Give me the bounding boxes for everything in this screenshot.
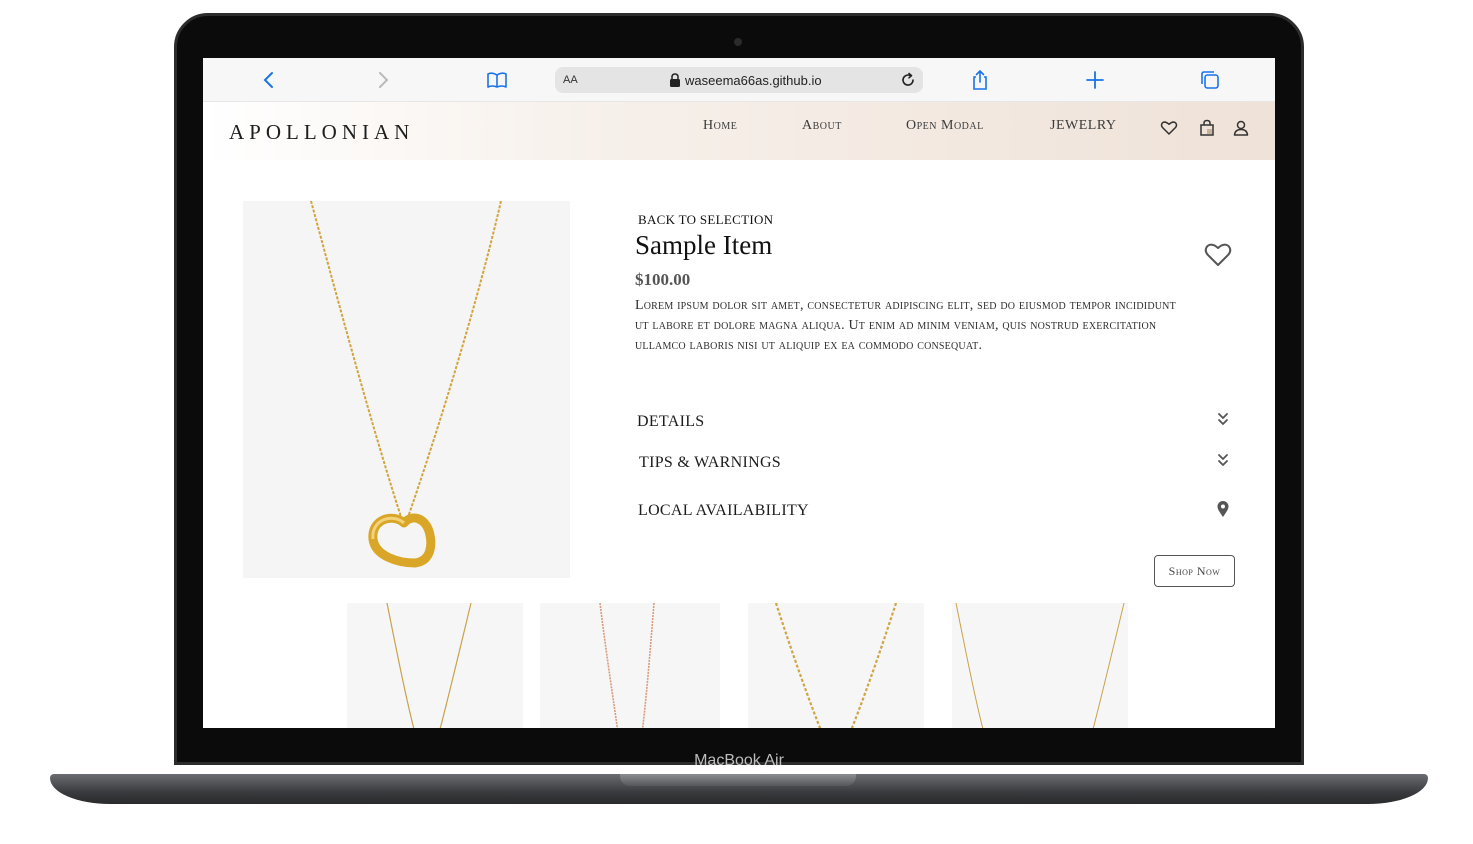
product-thumbnail[interactable]: [347, 603, 523, 728]
site-header: APOLLONIAN Home About Open Modal JEWELRY: [203, 102, 1275, 160]
product-description: Lorem ipsum dolor sit amet, consectetur …: [635, 298, 1176, 353]
reload-icon[interactable]: [899, 71, 917, 89]
details-label: DETAILS: [637, 413, 705, 430]
lock-icon: [670, 73, 680, 87]
double-chevron-down-icon[interactable]: [1215, 411, 1231, 429]
text-size-button[interactable]: AA: [563, 74, 578, 86]
product-title: Sample Item: [635, 230, 773, 260]
tips-warnings-section[interactable]: TIPS & WARNINGS: [639, 450, 1231, 478]
bookmarks-icon[interactable]: [486, 69, 508, 91]
product-image: [243, 201, 570, 578]
screen: AA waseema66as.github.io APOLLONIAN Home…: [203, 58, 1275, 728]
shopping-bag-icon[interactable]: [1197, 118, 1217, 138]
back-to-selection-link[interactable]: BACK TO SELECTION: [638, 212, 773, 228]
shop-now-button[interactable]: Shop Now: [1154, 555, 1235, 587]
laptop-notch: [620, 774, 856, 786]
details-section[interactable]: DETAILS: [637, 409, 1231, 437]
local-availability-label: LOCAL AVAILABILITY: [638, 502, 809, 519]
product-thumbnail[interactable]: [952, 603, 1128, 728]
new-tab-icon[interactable]: [1084, 69, 1106, 91]
nav-link-jewelry[interactable]: JEWELRY: [1050, 118, 1117, 134]
nav-link-home[interactable]: Home: [703, 118, 737, 134]
url-text: waseema66as.github.io: [685, 73, 822, 88]
heart-icon[interactable]: [1159, 118, 1179, 138]
share-icon[interactable]: [969, 69, 991, 91]
tips-warnings-label: TIPS & WARNINGS: [639, 454, 781, 471]
nav-link-open-modal[interactable]: Open Modal: [906, 118, 984, 134]
nav-link-about[interactable]: About: [802, 118, 842, 134]
tabs-icon[interactable]: [1199, 69, 1221, 91]
address-bar[interactable]: AA waseema66as.github.io: [555, 67, 923, 93]
map-pin-icon[interactable]: [1215, 500, 1231, 518]
forward-icon[interactable]: [372, 69, 394, 91]
double-chevron-down-icon[interactable]: [1215, 452, 1231, 470]
local-availability-section[interactable]: LOCAL AVAILABILITY: [638, 498, 1231, 526]
user-icon[interactable]: [1231, 118, 1251, 138]
browser-toolbar: AA waseema66as.github.io: [203, 58, 1275, 102]
product-thumbnail[interactable]: [748, 603, 924, 728]
product-price: $100.00: [635, 270, 691, 289]
heart-outline-icon[interactable]: [1203, 240, 1233, 268]
device-label: MacBook Air: [694, 752, 784, 769]
product-thumbnail[interactable]: [540, 603, 720, 728]
brand-logo[interactable]: APOLLONIAN: [229, 120, 414, 145]
camera: [734, 38, 742, 46]
back-icon[interactable]: [258, 69, 280, 91]
